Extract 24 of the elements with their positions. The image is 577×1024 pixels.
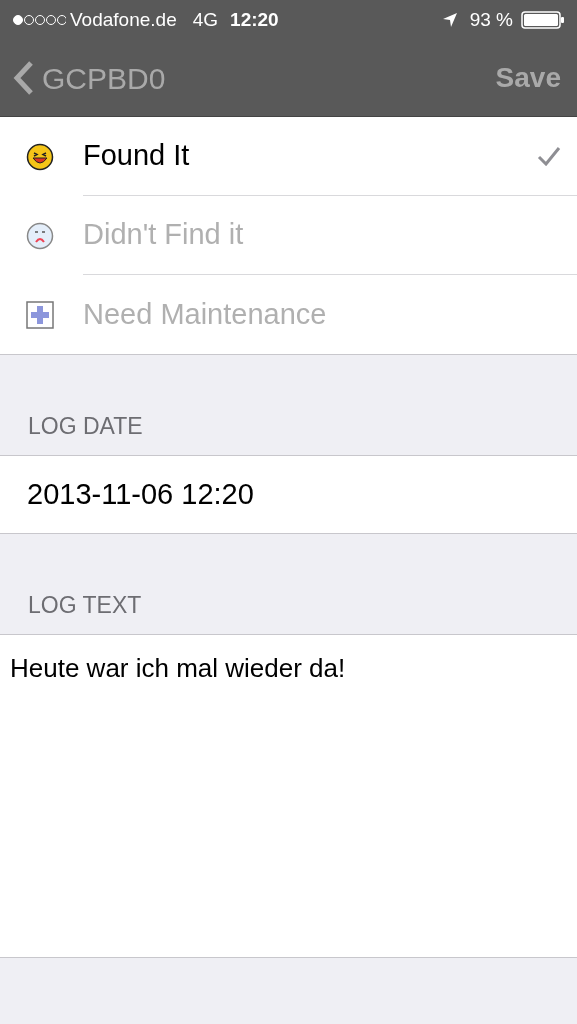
clock-time: 12:20 bbox=[230, 7, 279, 32]
option-label: Didn't Find it bbox=[83, 217, 244, 253]
option-label: Need Maintenance bbox=[83, 296, 327, 332]
save-button[interactable]: Save bbox=[495, 57, 565, 99]
laughing-face-icon bbox=[26, 142, 54, 171]
log-type-option[interactable]: Found It bbox=[0, 117, 577, 196]
battery-icon bbox=[521, 11, 565, 29]
network-type: 4G bbox=[192, 7, 219, 32]
log-text-field[interactable]: Heute war ich mal wieder da! bbox=[0, 634, 577, 958]
back-button[interactable]: GCPBD0 bbox=[12, 55, 166, 101]
battery-percent: 93 % bbox=[469, 7, 513, 32]
section-header: LOG TEXT bbox=[28, 590, 142, 620]
carrier-name: Vodafone.de bbox=[70, 7, 177, 32]
back-chevron-icon bbox=[12, 60, 34, 96]
date-field[interactable]: 2013-11-06 12:20 bbox=[0, 455, 577, 534]
log-type-option[interactable]: Didn't Find it bbox=[0, 196, 577, 275]
section-header: LOG DATE bbox=[28, 411, 143, 441]
checkmark-icon bbox=[537, 146, 561, 166]
option-label: Found It bbox=[83, 138, 190, 174]
location-arrow-icon bbox=[441, 12, 458, 28]
log-type-option[interactable]: Need Maintenance bbox=[0, 275, 577, 354]
plus-icon bbox=[26, 300, 54, 329]
sad-face-icon bbox=[26, 221, 54, 250]
signal-icon bbox=[12, 14, 66, 26]
